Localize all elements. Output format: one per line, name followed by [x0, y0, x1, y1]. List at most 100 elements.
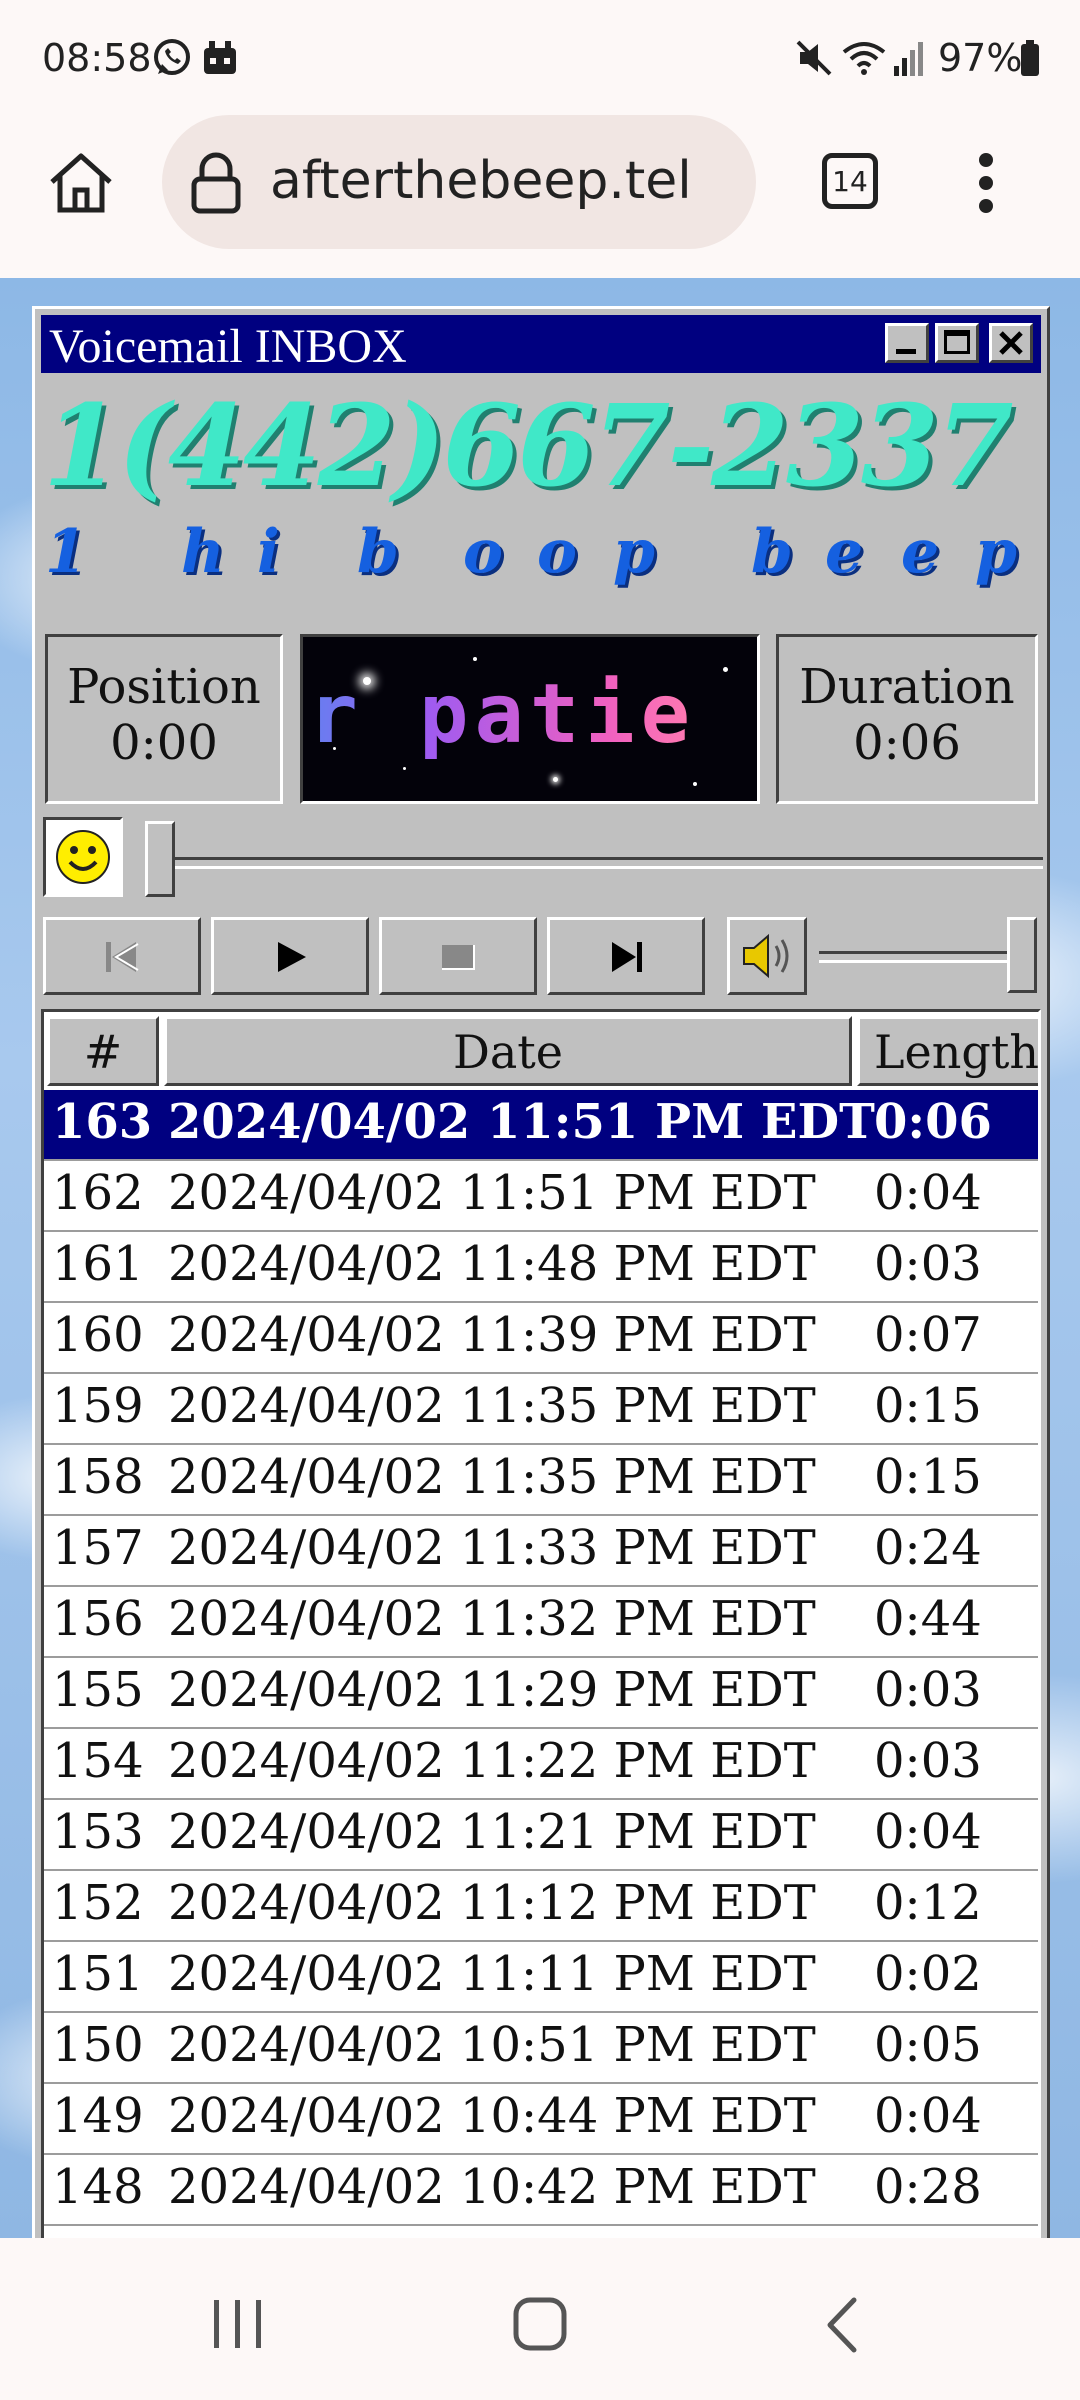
- phone-letter: o: [537, 517, 578, 587]
- url-text[interactable]: afterthebeep.tel: [270, 151, 692, 211]
- phone-letter: p: [975, 517, 1017, 587]
- phone-letter: 1: [45, 517, 87, 587]
- column-header-date[interactable]: Date: [164, 1016, 852, 1086]
- row-length: 0:02: [874, 1946, 982, 2002]
- back-icon[interactable]: [822, 2296, 862, 2358]
- table-row[interactable]: 159 2024/04/02 11:35 PM EDT 0:15: [44, 1374, 1038, 1445]
- message-marquee: ur patie: [300, 634, 760, 804]
- battery-percent: 97%: [938, 36, 1023, 80]
- row-length: 0:18: [874, 2230, 982, 2238]
- recent-apps-icon[interactable]: [210, 2298, 266, 2354]
- table-row[interactable]: 147 2024/04/02 10:37 PM EDT 0:18: [44, 2226, 1038, 2238]
- marquee-text-content: ur patie: [303, 667, 696, 762]
- battery-icon: [1020, 38, 1040, 82]
- maximize-button[interactable]: [935, 323, 979, 363]
- table-row[interactable]: 154 2024/04/02 11:22 PM EDT 0:03: [44, 1729, 1038, 1800]
- table-row[interactable]: 160 2024/04/02 11:39 PM EDT 0:07: [44, 1303, 1038, 1374]
- home-icon[interactable]: [46, 150, 116, 220]
- row-date: 2024/04/02 10:37 PM EDT: [168, 2230, 816, 2238]
- lock-icon[interactable]: [186, 151, 246, 219]
- row-date: 2024/04/02 10:51 PM EDT: [168, 2017, 816, 2073]
- phone-letter: i: [257, 517, 280, 587]
- volume-button[interactable]: [727, 917, 807, 995]
- status-time: 08:58: [42, 36, 152, 80]
- table-row[interactable]: 149 2024/04/02 10:44 PM EDT 0:04: [44, 2084, 1038, 2155]
- close-icon: [999, 331, 1023, 355]
- row-length: 0:07: [874, 1307, 982, 1363]
- row-date: 2024/04/02 11:32 PM EDT: [168, 1591, 816, 1647]
- phone-letter: e: [901, 517, 940, 587]
- seek-slider-thumb[interactable]: [145, 821, 175, 897]
- row-number: 148: [52, 2159, 144, 2215]
- browser-toolbar: afterthebeep.tel 14: [0, 110, 1080, 278]
- row-length: 0:05: [874, 2017, 982, 2073]
- row-date: 2024/04/02 11:21 PM EDT: [168, 1804, 816, 1860]
- row-number: 150: [52, 2017, 144, 2073]
- table-row[interactable]: 150 2024/04/02 10:51 PM EDT 0:05: [44, 2013, 1038, 2084]
- duration-value: 0:06: [853, 715, 961, 771]
- row-length: 0:03: [874, 1662, 982, 1718]
- play-button[interactable]: [211, 917, 369, 995]
- volume-slider-thumb[interactable]: [1007, 917, 1037, 993]
- volume-track[interactable]: [819, 951, 1019, 963]
- skip-back-icon: [106, 942, 139, 972]
- row-number: 162: [52, 1165, 144, 1221]
- row-date: 2024/04/02 11:29 PM EDT: [168, 1662, 816, 1718]
- row-length: 0:04: [874, 1804, 982, 1860]
- row-number: 152: [52, 1875, 144, 1931]
- row-date: 2024/04/02 11:12 PM EDT: [168, 1875, 816, 1931]
- table-row[interactable]: 152 2024/04/02 11:12 PM EDT 0:12: [44, 1871, 1038, 1942]
- seek-track[interactable]: [153, 857, 1043, 869]
- column-header-length[interactable]: Length: [857, 1016, 1038, 1086]
- minimize-button[interactable]: [885, 323, 929, 363]
- wifi-icon: [842, 38, 886, 82]
- table-row[interactable]: 157 2024/04/02 11:33 PM EDT 0:24: [44, 1516, 1038, 1587]
- row-number: 157: [52, 1520, 144, 1576]
- table-row[interactable]: 162 2024/04/02 11:51 PM EDT 0:04: [44, 1161, 1038, 1232]
- phone-letters: 1 h i b o o p b e e p: [45, 517, 1045, 587]
- table-row[interactable]: 155 2024/04/02 11:29 PM EDT 0:03: [44, 1658, 1038, 1729]
- row-length: 0:04: [874, 1165, 982, 1221]
- address-bar[interactable]: afterthebeep.tel: [162, 115, 756, 249]
- table-row[interactable]: 151 2024/04/02 11:11 PM EDT 0:02: [44, 1942, 1038, 2013]
- row-date: 2024/04/02 11:51 PM EDT: [168, 1165, 816, 1221]
- next-button[interactable]: [547, 917, 705, 995]
- speaker-icon: [743, 933, 789, 979]
- row-date: 2024/04/02 11:39 PM EDT: [168, 1307, 816, 1363]
- row-number: 147: [52, 2230, 144, 2238]
- position-box: Position 0:00: [45, 634, 283, 804]
- more-options-icon[interactable]: [976, 152, 996, 218]
- row-length: 0:03: [874, 1733, 982, 1789]
- row-number: 160: [52, 1307, 144, 1363]
- skip-forward-icon: [612, 942, 642, 972]
- phone-letter: o: [463, 517, 504, 587]
- close-button[interactable]: [989, 323, 1033, 363]
- window-title: Voicemail INBOX: [49, 320, 407, 373]
- row-length: 0:15: [874, 1449, 982, 1505]
- voicemail-table: # Date Length 163 2024/04/02 11:51 PM EDT…: [41, 1009, 1041, 2238]
- row-number: 155: [52, 1662, 144, 1718]
- status-indicator: [43, 817, 123, 897]
- table-row[interactable]: 158 2024/04/02 11:35 PM EDT 0:15: [44, 1445, 1038, 1516]
- app-notification-icon: [200, 38, 240, 82]
- row-date: 2024/04/02 11:48 PM EDT: [168, 1236, 816, 1292]
- row-length: 0:28: [874, 2159, 982, 2215]
- home-nav-icon[interactable]: [512, 2296, 568, 2356]
- phone-letter: e: [825, 517, 864, 587]
- duration-label: Duration: [799, 659, 1015, 715]
- table-row[interactable]: 153 2024/04/02 11:21 PM EDT 0:04: [44, 1800, 1038, 1871]
- row-date: 2024/04/02 11:33 PM EDT: [168, 1520, 816, 1576]
- table-row[interactable]: 156 2024/04/02 11:32 PM EDT 0:44: [44, 1587, 1038, 1658]
- tab-switcher-button[interactable]: 14: [822, 153, 878, 209]
- previous-button[interactable]: [43, 917, 201, 995]
- table-row[interactable]: 148 2024/04/02 10:42 PM EDT 0:28: [44, 2155, 1038, 2226]
- row-length: 0:12: [874, 1875, 982, 1931]
- table-row[interactable]: 163 2024/04/02 11:51 PM EDT 0:06: [44, 1090, 1038, 1161]
- stop-button[interactable]: [379, 917, 537, 995]
- row-length: 0:15: [874, 1378, 982, 1434]
- column-header-number[interactable]: #: [47, 1016, 159, 1086]
- row-date: 2024/04/02 11:51 PM EDT: [168, 1094, 875, 1150]
- phone-letter: p: [613, 517, 655, 587]
- row-number: 156: [52, 1591, 144, 1647]
- table-row[interactable]: 161 2024/04/02 11:48 PM EDT 0:03: [44, 1232, 1038, 1303]
